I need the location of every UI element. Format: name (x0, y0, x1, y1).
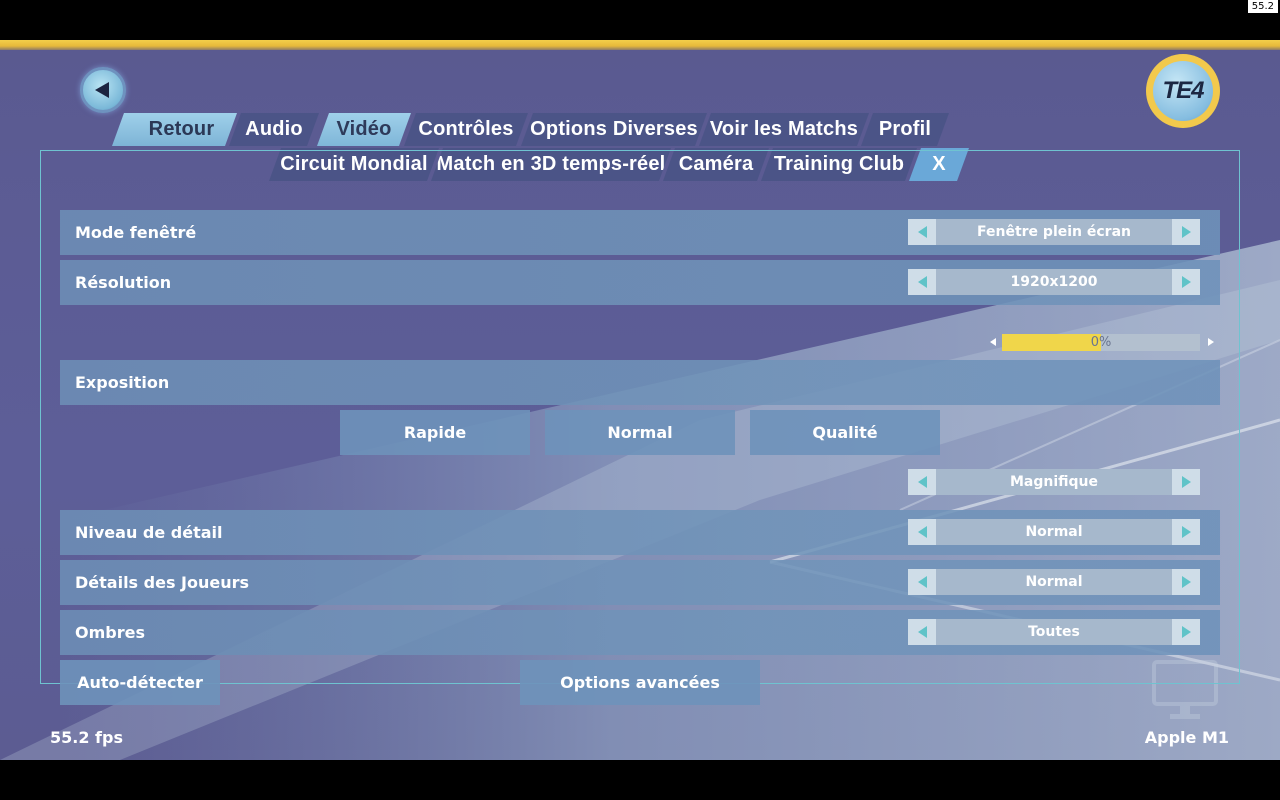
mode-selector: Fenêtre plein écran (908, 219, 1200, 245)
fps-readout: 55.2 fps (50, 728, 123, 747)
tab-controles[interactable]: Contrôles (404, 113, 528, 146)
arrow-right-icon (1181, 626, 1191, 638)
slider-right-icon[interactable] (1208, 338, 1214, 346)
row-label: Niveau de détail (75, 523, 223, 542)
row-label: Ombres (75, 623, 145, 642)
button-label: Auto-détecter (77, 673, 203, 692)
detail-prev-button[interactable] (908, 519, 936, 545)
player-details-prev-button[interactable] (908, 569, 936, 595)
preset-normal-button[interactable]: Normal (545, 410, 735, 455)
tab-audio[interactable]: Audio (229, 113, 319, 146)
tab-label: Profil (878, 118, 932, 140)
advanced-options-button[interactable]: Options avancées (520, 660, 760, 705)
arrow-right-icon (1181, 276, 1191, 288)
detail-next-button[interactable] (1172, 519, 1200, 545)
slider-left-icon[interactable] (990, 338, 996, 346)
arrow-right-icon (1181, 576, 1191, 588)
quality-value: Magnifique (936, 469, 1172, 495)
back-arrow-button[interactable] (80, 67, 126, 113)
row-label: Détails des Joueurs (75, 573, 250, 592)
row-label: Exposition (75, 373, 170, 392)
arrow-left-icon (917, 276, 927, 288)
exposure-slider[interactable]: 0% (986, 333, 1216, 351)
arrow-left-icon (917, 576, 927, 588)
player-details-next-button[interactable] (1172, 569, 1200, 595)
shadows-value: Toutes (936, 619, 1172, 645)
arrow-left-icon (94, 82, 109, 98)
player-details-selector: Normal (908, 569, 1200, 595)
tab-options-diverses[interactable]: Options Diverses (521, 113, 707, 146)
resolution-selector: 1920x1200 (908, 269, 1200, 295)
row-exposition: Exposition (60, 360, 1220, 405)
quality-preset-selector: Magnifique (908, 469, 1200, 495)
row-label: Résolution (75, 273, 172, 292)
arrow-left-icon (917, 476, 927, 488)
arrow-right-icon (1181, 226, 1191, 238)
corner-fps-counter: 55.2 (1247, 0, 1278, 13)
arrow-left-icon (917, 626, 927, 638)
preset-qualite-button[interactable]: Qualité (750, 410, 940, 455)
arrow-left-icon (917, 526, 927, 538)
tab-label: Vidéo (336, 118, 392, 140)
exposure-track[interactable]: 0% (1002, 333, 1200, 351)
mode-next-button[interactable] (1172, 219, 1200, 245)
row-label: Mode fenêtré (75, 223, 197, 242)
arrow-right-icon (1181, 526, 1191, 538)
tab-label: Audio (245, 118, 303, 140)
detail-value: Normal (936, 519, 1172, 545)
shadows-selector: Toutes (908, 619, 1200, 645)
quality-prev-button[interactable] (908, 469, 936, 495)
resolution-value: 1920x1200 (936, 269, 1172, 295)
arrow-left-icon (917, 226, 927, 238)
tab-label: Contrôles (418, 118, 514, 140)
arrow-right-icon (1181, 476, 1191, 488)
tab-label: Options Diverses (530, 118, 698, 140)
shadows-next-button[interactable] (1172, 619, 1200, 645)
tab-profil[interactable]: Profil (861, 113, 949, 146)
tab-video[interactable]: Vidéo (317, 113, 411, 146)
button-label: Rapide (403, 423, 467, 442)
mode-prev-button[interactable] (908, 219, 936, 245)
auto-detect-button[interactable]: Auto-détecter (60, 660, 220, 705)
button-label: Qualité (812, 423, 878, 442)
retour-label: Retour (148, 118, 215, 140)
bottom-letterbox (0, 760, 1280, 800)
retour-tab[interactable]: Retour (112, 113, 237, 146)
quality-next-button[interactable] (1172, 469, 1200, 495)
logo-text: TE4 (1153, 61, 1213, 121)
button-label: Options avancées (560, 673, 720, 692)
gpu-name: Apple M1 (1144, 728, 1229, 747)
mode-value: Fenêtre plein écran (936, 219, 1172, 245)
exposure-value: 0% (1090, 334, 1112, 350)
tab-label: Voir les Matchs (709, 118, 859, 140)
detail-selector: Normal (908, 519, 1200, 545)
button-label: Normal (607, 423, 673, 442)
resolution-next-button[interactable] (1172, 269, 1200, 295)
tab-voir-les-matchs[interactable]: Voir les Matchs (699, 113, 869, 146)
preset-rapide-button[interactable]: Rapide (340, 410, 530, 455)
shadows-prev-button[interactable] (908, 619, 936, 645)
te4-logo: TE4 (1146, 54, 1220, 128)
top-letterbox: 55.2 (0, 0, 1280, 40)
resolution-prev-button[interactable] (908, 269, 936, 295)
player-details-value: Normal (936, 569, 1172, 595)
